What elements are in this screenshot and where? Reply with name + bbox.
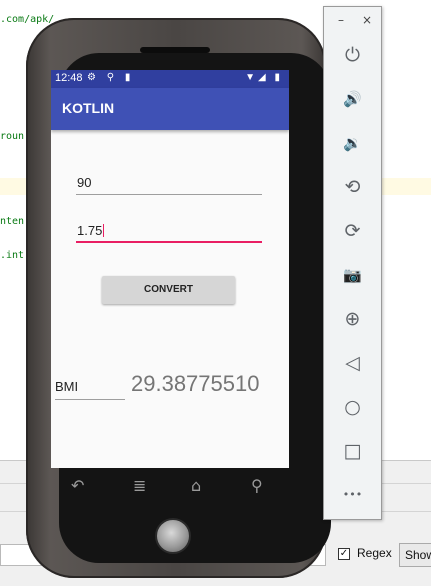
emulator-toolbar: – × ⏻ 🔊 🔉 ⟲ ⟳ 📷 ⊕ ◁ ○ □ ••• (323, 6, 382, 520)
device-screen: 12:48 ⚙ ⚲ ▮ ▼◢ ▮ KOTLIN 90 1.75 CONVERT … (51, 70, 289, 468)
nav-back-icon[interactable]: ↶ (71, 476, 84, 495)
overview-icon[interactable]: □ (324, 436, 381, 466)
nav-home-icon[interactable]: ⌂ (191, 476, 201, 495)
input-underline-focused (76, 241, 262, 243)
weight-value: 90 (77, 175, 92, 190)
rotate-left-icon[interactable]: ⟲ (324, 172, 381, 202)
bmi-underline (55, 399, 125, 400)
bmi-label: BMI (55, 379, 79, 394)
volume-up-icon[interactable]: 🔊 (324, 84, 381, 114)
status-time: 12:48 (55, 72, 83, 84)
regex-checkbox[interactable]: ✓ (338, 548, 350, 560)
zoom-icon[interactable]: ⊕ (324, 304, 381, 334)
code-line: .int (0, 250, 25, 261)
camera-icon[interactable]: 📷 (324, 260, 381, 290)
volume-down-icon[interactable]: 🔉 (324, 128, 381, 158)
more-icon[interactable]: ••• (324, 480, 381, 510)
code-line: .com/apk/ (0, 14, 55, 25)
show-button[interactable]: Show (399, 543, 431, 567)
rotate-right-icon[interactable]: ⟳ (324, 216, 381, 246)
height-value: 1.75 (77, 223, 103, 238)
earpiece (140, 47, 210, 53)
convert-button[interactable]: CONVERT (102, 276, 235, 304)
status-bar: 12:48 ⚙ ⚲ ▮ ▼◢ ▮ (51, 70, 289, 88)
home-icon[interactable]: ○ (324, 392, 381, 422)
power-icon[interactable]: ⏻ (324, 40, 381, 70)
text-cursor (103, 224, 105, 237)
code-line: roun (0, 131, 25, 142)
weight-input[interactable]: 90 (76, 173, 262, 195)
trackball-button[interactable] (155, 518, 191, 554)
input-underline (76, 194, 262, 195)
app-bar: KOTLIN (51, 88, 289, 130)
signal-battery-icons: ▼◢ ▮ (245, 72, 283, 83)
minimize-icon[interactable]: – (338, 13, 344, 27)
android-nav-bar: ↶ ≣ ⌂ ⚲ (51, 468, 289, 504)
app-title: KOTLIN (62, 100, 115, 116)
back-icon[interactable]: ◁ (324, 348, 381, 378)
close-icon[interactable]: × (362, 13, 372, 27)
nav-menu-icon[interactable]: ≣ (133, 476, 146, 495)
code-line: nten (0, 216, 25, 227)
nav-search-icon[interactable]: ⚲ (251, 476, 263, 495)
regex-label: Regex (357, 546, 392, 560)
bmi-result: 29.38775510 (131, 371, 260, 396)
height-input[interactable]: 1.75 (76, 221, 262, 243)
notification-icons: ⚙ ⚲ ▮ (87, 72, 135, 83)
